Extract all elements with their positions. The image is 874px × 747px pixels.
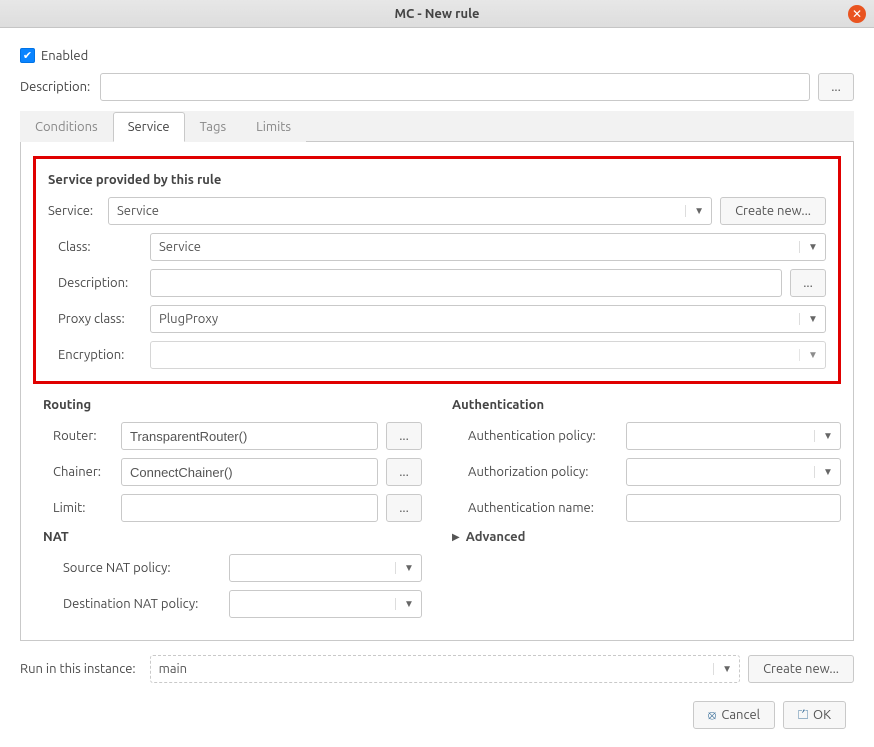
description-label: Description: bbox=[20, 80, 90, 94]
dst-nat-combo[interactable]: ▼ bbox=[229, 590, 422, 618]
chevron-down-icon: ▼ bbox=[685, 205, 703, 217]
authn-policy-combo[interactable]: ▼ bbox=[626, 422, 841, 450]
chainer-row: Chainer: ... bbox=[53, 458, 422, 486]
authn-name-row: Authentication name: bbox=[468, 494, 841, 522]
proxy-class-combo[interactable]: PlugProxy ▼ bbox=[150, 305, 826, 333]
tab-tags[interactable]: Tags bbox=[185, 112, 242, 142]
ok-icon: ⏍ bbox=[798, 708, 808, 723]
left-column: Routing Router: ... Chainer: ... Limit: bbox=[33, 394, 422, 618]
chevron-down-icon: ▼ bbox=[713, 663, 731, 675]
limit-label: Limit: bbox=[53, 501, 121, 515]
enabled-label: Enabled bbox=[41, 49, 88, 63]
authz-policy-combo[interactable]: ▼ bbox=[626, 458, 841, 486]
tabs: Conditions Service Tags Limits bbox=[20, 111, 854, 142]
titlebar: MC - New rule ✕ bbox=[0, 0, 874, 28]
ok-button[interactable]: ⏍ OK bbox=[783, 701, 846, 729]
service-section-highlight: Service provided by this rule Service: S… bbox=[33, 156, 841, 384]
nat-title: NAT bbox=[33, 530, 422, 544]
cancel-icon: ⦻ bbox=[708, 708, 717, 723]
chevron-down-icon: ▼ bbox=[814, 466, 832, 478]
description-input[interactable] bbox=[100, 73, 810, 101]
dialog-body: ✔ Enabled Description: ... Conditions Se… bbox=[0, 28, 874, 747]
src-nat-label: Source NAT policy: bbox=[63, 561, 229, 575]
description-row: Description: ... bbox=[20, 73, 854, 101]
authn-name-label: Authentication name: bbox=[468, 501, 626, 515]
limit-input[interactable] bbox=[121, 494, 378, 522]
class-combo-value: Service bbox=[159, 240, 201, 254]
proxy-class-label: Proxy class: bbox=[58, 312, 150, 326]
instance-combo[interactable]: main ▼ bbox=[150, 655, 740, 683]
tabpane-service: Service provided by this rule Service: S… bbox=[20, 142, 854, 641]
proxy-class-row: Proxy class: PlugProxy ▼ bbox=[58, 305, 826, 333]
encryption-label: Encryption: bbox=[58, 348, 150, 362]
advanced-row[interactable]: ▶ Advanced bbox=[452, 530, 841, 544]
chainer-ellipsis-button[interactable]: ... bbox=[386, 458, 422, 486]
class-label: Class: bbox=[58, 240, 150, 254]
service-create-new-button[interactable]: Create new... bbox=[720, 197, 826, 225]
instance-label: Run in this instance: bbox=[20, 662, 136, 676]
limit-ellipsis-button[interactable]: ... bbox=[386, 494, 422, 522]
svc-description-label: Description: bbox=[58, 276, 150, 290]
service-combo[interactable]: Service ▼ bbox=[108, 197, 712, 225]
svc-description-ellipsis-button[interactable]: ... bbox=[790, 269, 826, 297]
advanced-title: Advanced bbox=[466, 530, 526, 544]
router-input[interactable] bbox=[121, 422, 378, 450]
proxy-class-value: PlugProxy bbox=[159, 312, 218, 326]
dst-nat-row: Destination NAT policy: ▼ bbox=[63, 590, 422, 618]
svc-description-input[interactable] bbox=[150, 269, 782, 297]
cancel-button[interactable]: ⦻ Cancel bbox=[693, 701, 775, 729]
chainer-input[interactable] bbox=[121, 458, 378, 486]
instance-row: Run in this instance: main ▼ Create new.… bbox=[20, 655, 854, 683]
service-section-title: Service provided by this rule bbox=[48, 173, 826, 187]
tab-service[interactable]: Service bbox=[113, 112, 185, 142]
authz-policy-row: Authorization policy: ▼ bbox=[468, 458, 841, 486]
instance-value: main bbox=[159, 662, 187, 676]
service-row: Service: Service ▼ Create new... bbox=[48, 197, 826, 225]
enabled-checkbox[interactable]: ✔ bbox=[20, 48, 35, 63]
router-row: Router: ... bbox=[53, 422, 422, 450]
chevron-down-icon: ▼ bbox=[814, 430, 832, 442]
window-title: MC - New rule bbox=[394, 7, 479, 21]
tab-conditions[interactable]: Conditions bbox=[20, 112, 113, 142]
auth-title: Authentication bbox=[452, 398, 841, 412]
chevron-down-icon: ▼ bbox=[395, 562, 413, 574]
columns: Routing Router: ... Chainer: ... Limit: bbox=[33, 394, 841, 618]
service-combo-value: Service bbox=[117, 204, 159, 218]
src-nat-combo[interactable]: ▼ bbox=[229, 554, 422, 582]
src-nat-row: Source NAT policy: ▼ bbox=[63, 554, 422, 582]
router-ellipsis-button[interactable]: ... bbox=[386, 422, 422, 450]
limit-row: Limit: ... bbox=[53, 494, 422, 522]
dialog-buttons: ⦻ Cancel ⏍ OK bbox=[20, 691, 854, 729]
chevron-down-icon: ▼ bbox=[395, 598, 413, 610]
class-row: Class: Service ▼ bbox=[58, 233, 826, 261]
tab-limits[interactable]: Limits bbox=[241, 112, 306, 142]
encryption-row: Encryption: ▼ bbox=[58, 341, 826, 369]
authn-policy-row: Authentication policy: ▼ bbox=[468, 422, 841, 450]
close-icon[interactable]: ✕ bbox=[848, 5, 866, 23]
right-column: Authentication Authentication policy: ▼ … bbox=[452, 394, 841, 618]
description-ellipsis-button[interactable]: ... bbox=[818, 73, 854, 101]
dst-nat-label: Destination NAT policy: bbox=[63, 597, 229, 611]
enabled-row: ✔ Enabled bbox=[20, 48, 854, 63]
authn-policy-label: Authentication policy: bbox=[468, 429, 626, 443]
class-combo[interactable]: Service ▼ bbox=[150, 233, 826, 261]
chevron-down-icon: ▼ bbox=[799, 313, 817, 325]
authn-name-input[interactable] bbox=[626, 494, 841, 522]
chevron-down-icon: ▼ bbox=[799, 349, 817, 361]
svc-description-row: Description: ... bbox=[58, 269, 826, 297]
chainer-label: Chainer: bbox=[53, 465, 121, 479]
authz-policy-label: Authorization policy: bbox=[468, 465, 626, 479]
router-label: Router: bbox=[53, 429, 121, 443]
encryption-combo[interactable]: ▼ bbox=[150, 341, 826, 369]
disclosure-right-icon: ▶ bbox=[452, 531, 460, 543]
chevron-down-icon: ▼ bbox=[799, 241, 817, 253]
instance-create-new-button[interactable]: Create new... bbox=[748, 655, 854, 683]
routing-title: Routing bbox=[33, 398, 422, 412]
service-label: Service: bbox=[48, 204, 108, 218]
